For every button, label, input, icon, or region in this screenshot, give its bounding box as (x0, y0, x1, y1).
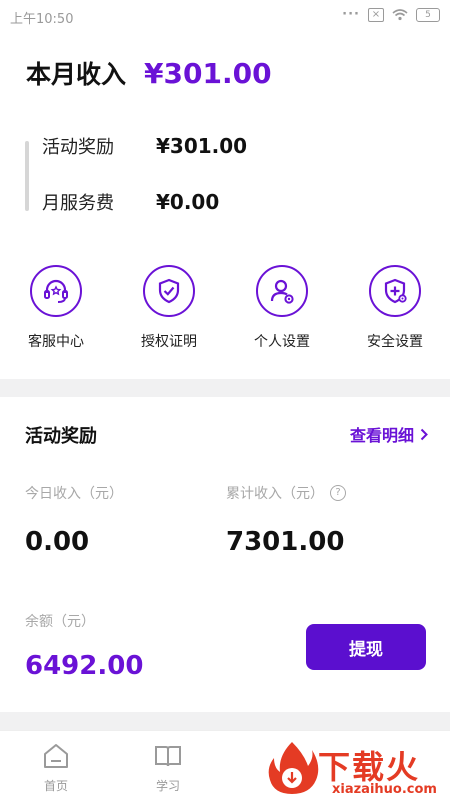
flame-download-icon (268, 742, 319, 794)
breakdown-value: ¥301.00 (156, 134, 248, 158)
tab-home[interactable]: 首页 (16, 741, 96, 794)
more-dots-icon: ··· (342, 7, 360, 22)
shortcut-grid: 客服中心 授权证明 个人设置 安全设置 (0, 265, 450, 365)
breakdown-row-rewards: 活动奖励 ¥301.00 (42, 133, 247, 159)
total-income-label: 累计收入（元） ? (226, 483, 346, 503)
balance-label: 余额（元） (25, 614, 95, 630)
breakdown-label: 活动奖励 (42, 137, 114, 158)
today-income-label: 今日收入（元） (25, 483, 123, 503)
today-income-value: 0.00 (25, 527, 90, 557)
view-details-link[interactable]: 查看明细 (350, 422, 428, 446)
shortcut-authorization[interactable]: 授权证明 (113, 265, 225, 351)
battery-icon: 5 (416, 7, 440, 22)
user-settings-icon (256, 265, 308, 317)
breakdown-row-service-fee: 月服务费 ¥0.00 (42, 189, 219, 215)
status-bar: 上午10:50 ··· × 5 (0, 0, 450, 32)
section-divider (0, 379, 450, 397)
breakdown-label: 月服务费 (42, 193, 114, 214)
help-icon[interactable]: ? (330, 485, 346, 501)
status-icons: ··· × 5 (342, 7, 440, 22)
tab-label: 学习 (155, 779, 180, 793)
home-icon (44, 744, 68, 768)
shortcut-label: 个人设置 (254, 334, 310, 350)
shortcut-personal-settings[interactable]: 个人设置 (226, 265, 338, 351)
shortcut-customer-service[interactable]: 客服中心 (0, 265, 112, 351)
wifi-icon (392, 8, 408, 20)
headset-icon (30, 265, 82, 317)
shortcut-security-settings[interactable]: 安全设置 (339, 265, 450, 351)
watermark-domain: xiazaihuo.com (332, 782, 437, 797)
breakdown-bar (25, 141, 29, 211)
month-income: 本月收入 ¥301.00 (26, 55, 272, 91)
shortcut-label: 安全设置 (367, 334, 423, 350)
today-income-label-text: 今日收入（元） (25, 486, 123, 502)
chevron-right-icon (420, 428, 428, 440)
rewards-title: 活动奖励 (25, 426, 97, 447)
notification-x-icon: × (368, 7, 384, 22)
book-icon (155, 746, 181, 767)
total-income-value: 7301.00 (226, 527, 345, 557)
total-income-label-text: 累计收入（元） (226, 486, 324, 502)
breakdown-value: ¥0.00 (156, 190, 220, 214)
month-income-label: 本月收入 (26, 60, 127, 89)
view-details-label: 查看明细 (349, 426, 414, 445)
month-income-value: ¥301.00 (144, 57, 272, 90)
tab-study[interactable]: 学习 (128, 741, 208, 794)
balance-value: 6492.00 (25, 651, 144, 681)
withdraw-button[interactable]: 提现 (306, 624, 426, 670)
shortcut-label: 客服中心 (28, 334, 84, 350)
section-divider (0, 712, 450, 730)
watermark-logo: 下载火 xiazaihuo.com (262, 738, 450, 800)
status-time: 上午10:50 (10, 12, 74, 27)
tab-label: 首页 (43, 779, 68, 793)
shield-check-icon (143, 265, 195, 317)
shortcut-label: 授权证明 (141, 334, 197, 350)
shield-plus-icon (369, 265, 421, 317)
